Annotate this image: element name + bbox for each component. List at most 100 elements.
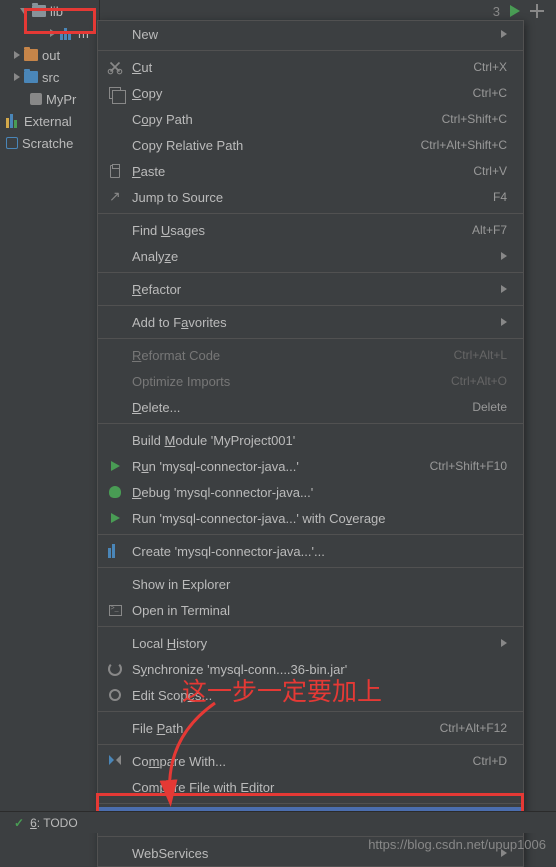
submenu-arrow-icon	[501, 285, 507, 293]
paste-icon	[106, 163, 124, 179]
menu-label: Optimize Imports	[132, 374, 451, 389]
menu-copy-path[interactable]: Copy Path Ctrl+Shift+C	[98, 106, 523, 132]
menu-create-config[interactable]: Create 'mysql-connector-java...'...	[98, 538, 523, 564]
menu-separator	[98, 272, 523, 273]
menu-separator	[98, 213, 523, 214]
scope-icon	[106, 687, 124, 703]
menu-label: Copy Relative Path	[132, 138, 421, 153]
blank-icon	[106, 399, 124, 415]
menu-separator	[98, 423, 523, 424]
menu-copy-relative-path[interactable]: Copy Relative Path Ctrl+Alt+Shift+C	[98, 132, 523, 158]
menu-label: Analyze	[132, 249, 493, 264]
check-icon: ✓	[14, 816, 24, 830]
menu-label: Create 'mysql-connector-java...'...	[132, 544, 507, 559]
menu-new[interactable]: New	[98, 21, 523, 47]
tree-label: out	[42, 48, 60, 63]
menu-refactor[interactable]: Refactor	[98, 276, 523, 302]
menu-separator	[98, 626, 523, 627]
menu-find-usages[interactable]: Find Usages Alt+F7	[98, 217, 523, 243]
menu-separator	[98, 50, 523, 51]
menu-show-explorer[interactable]: Show in Explorer	[98, 571, 523, 597]
run-icon[interactable]	[510, 5, 520, 17]
tree-item-mypr[interactable]: MyPr	[0, 88, 99, 110]
menu-debug[interactable]: Debug 'mysql-connector-java...'	[98, 479, 523, 505]
menu-label: Copy Path	[132, 112, 442, 127]
menu-run[interactable]: Run 'mysql-connector-java...' Ctrl+Shift…	[98, 453, 523, 479]
menu-local-history[interactable]: Local History	[98, 630, 523, 656]
blank-icon	[106, 26, 124, 42]
submenu-arrow-icon	[501, 252, 507, 260]
menu-build-module[interactable]: Build Module 'MyProject001'	[98, 427, 523, 453]
tree-item-external[interactable]: External	[0, 110, 99, 132]
copy-icon	[106, 85, 124, 101]
menu-separator	[98, 534, 523, 535]
menu-reformat: Reformat Code Ctrl+Alt+L	[98, 342, 523, 368]
annotation-arrow-icon	[145, 698, 245, 808]
menu-separator	[98, 567, 523, 568]
blank-icon	[106, 432, 124, 448]
tree-item-scratches[interactable]: Scratche	[0, 132, 99, 154]
menu-shortcut: Ctrl+Alt+O	[451, 374, 507, 388]
menu-jump-to-source[interactable]: Jump to Source F4	[98, 184, 523, 210]
todo-label: 6: TODO	[30, 816, 78, 830]
folder-icon	[24, 49, 38, 61]
tree-label: m	[78, 26, 89, 41]
menu-shortcut: Ctrl+D	[473, 754, 507, 768]
blank-icon	[106, 779, 124, 795]
expand-arrow-icon[interactable]	[50, 29, 56, 37]
menu-separator	[98, 338, 523, 339]
menu-label: Find Usages	[132, 223, 472, 238]
menu-cut[interactable]: Cut Ctrl+X	[98, 54, 523, 80]
folder-icon	[32, 5, 46, 17]
menu-label: Add to Favorites	[132, 315, 493, 330]
todo-tab[interactable]: ✓ 6: TODO	[14, 816, 78, 830]
blank-icon	[106, 137, 124, 153]
file-icon	[30, 93, 42, 105]
menu-shortcut: Alt+F7	[472, 223, 507, 237]
add-icon[interactable]	[530, 4, 544, 18]
menu-label: Local History	[132, 636, 493, 651]
menu-shortcut: Ctrl+Shift+F10	[430, 459, 507, 473]
blank-icon	[106, 222, 124, 238]
menu-shortcut: Delete	[472, 400, 507, 414]
expand-arrow-icon[interactable]	[14, 73, 20, 81]
tree-label: Scratche	[22, 136, 73, 151]
menu-label: Run 'mysql-connector-java...' with Cover…	[132, 511, 507, 526]
blank-icon	[106, 347, 124, 363]
run-icon	[106, 458, 124, 474]
tree-item-out[interactable]: out	[0, 44, 99, 66]
menu-shortcut: Ctrl+C	[473, 86, 507, 100]
menu-shortcut: Ctrl+X	[473, 60, 507, 74]
tree-item-src[interactable]: src	[0, 66, 99, 88]
blank-icon	[106, 845, 124, 861]
menu-label: Delete...	[132, 400, 472, 415]
expand-arrow-icon[interactable]	[14, 51, 20, 59]
expand-arrow-icon[interactable]	[20, 8, 28, 14]
blank-icon	[106, 635, 124, 651]
menu-shortcut: F4	[493, 190, 507, 204]
menu-run-coverage[interactable]: Run 'mysql-connector-java...' with Cover…	[98, 505, 523, 531]
menu-label: Refactor	[132, 282, 493, 297]
diff-icon	[106, 753, 124, 769]
menu-shortcut: Ctrl+V	[473, 164, 507, 178]
menu-analyze[interactable]: Analyze	[98, 243, 523, 269]
menu-paste[interactable]: Paste Ctrl+V	[98, 158, 523, 184]
menu-label: Jump to Source	[132, 190, 493, 205]
blank-icon	[106, 720, 124, 736]
menu-shortcut: Ctrl+Alt+F12	[440, 721, 507, 735]
menu-open-terminal[interactable]: Open in Terminal	[98, 597, 523, 623]
scissors-icon	[106, 59, 124, 75]
menu-label: Debug 'mysql-connector-java...'	[132, 485, 507, 500]
run-count: 3	[493, 4, 500, 19]
submenu-arrow-icon	[501, 318, 507, 326]
menu-copy[interactable]: Copy Ctrl+C	[98, 80, 523, 106]
coverage-icon	[106, 510, 124, 526]
menu-add-favorites[interactable]: Add to Favorites	[98, 309, 523, 335]
blank-icon	[106, 373, 124, 389]
jar-icon	[60, 26, 74, 40]
menu-label: Reformat Code	[132, 348, 454, 363]
jump-icon	[106, 189, 124, 205]
tree-item-lib[interactable]: lib	[0, 0, 99, 22]
tree-item-m[interactable]: m	[0, 22, 99, 44]
menu-delete[interactable]: Delete... Delete	[98, 394, 523, 420]
